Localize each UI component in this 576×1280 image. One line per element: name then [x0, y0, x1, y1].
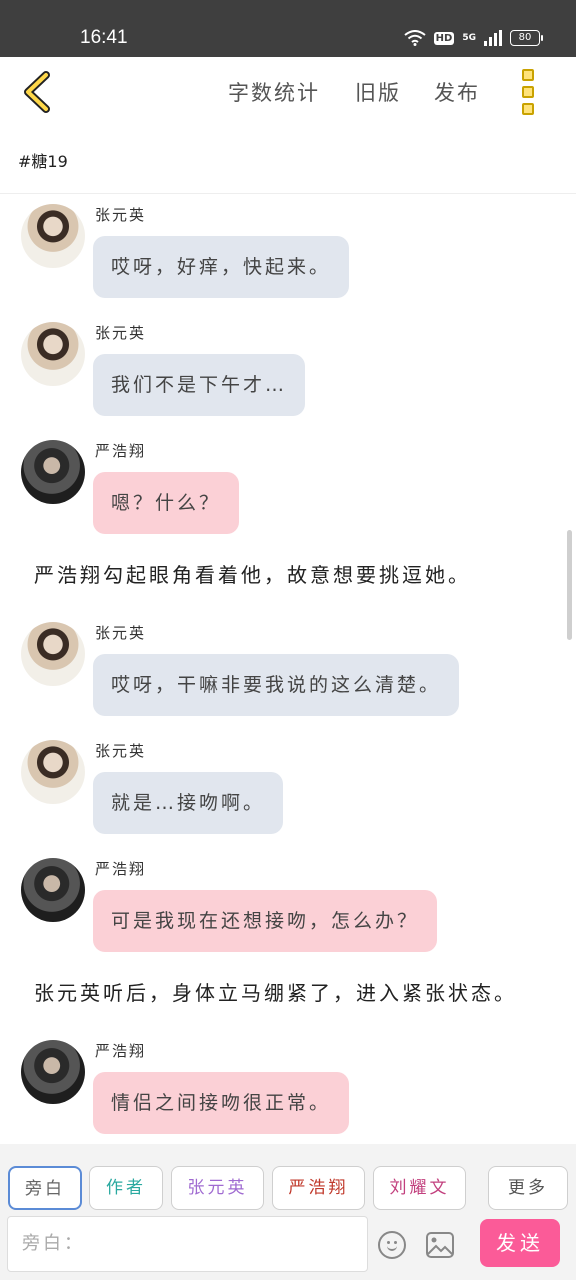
- composer-bar: 旁白 作者 张元英 严浩翔 刘耀文 更多 旁白： 发送: [0, 1144, 576, 1280]
- battery-icon: 80: [510, 30, 543, 46]
- avatar[interactable]: [21, 622, 85, 686]
- chat-message: 张元英哎呀，好痒，快起来。: [0, 194, 576, 312]
- status-time: 16:41: [80, 27, 128, 48]
- message-input[interactable]: 旁白：: [7, 1216, 368, 1272]
- chat-message: 严浩翔嗯？什么？: [0, 430, 576, 548]
- status-icons: HD 5G 80: [404, 27, 543, 49]
- chat-message: 张元英就是…接吻啊。: [0, 730, 576, 848]
- speaker-name: 严浩翔: [95, 1042, 147, 1060]
- message-bubble[interactable]: 嗯？什么？: [93, 472, 240, 534]
- role-chip[interactable]: 刘耀文: [373, 1166, 466, 1210]
- avatar[interactable]: [21, 740, 85, 804]
- role-chip[interactable]: 张元英: [171, 1166, 264, 1210]
- top-bar: 字数统计 旧版 发布: [0, 57, 576, 127]
- word-count-link[interactable]: 字数统计: [228, 77, 320, 107]
- speaker-name: 张元英: [95, 624, 147, 642]
- narration-text[interactable]: 严浩翔勾起眼角看着他，故意想要挑逗她。: [0, 548, 576, 612]
- send-button[interactable]: 发送: [480, 1219, 560, 1267]
- avatar[interactable]: [21, 204, 85, 268]
- narration-text[interactable]: 张元英听后，身体立马绷紧了，进入紧张状态。: [0, 966, 576, 1030]
- more-menu-icon[interactable]: [522, 69, 538, 115]
- network-label: 5G: [462, 33, 476, 43]
- speaker-name: 张元英: [95, 206, 147, 224]
- message-bubble[interactable]: 情侣之间接吻很正常。: [93, 1072, 350, 1134]
- hd-icon: HD: [433, 31, 455, 45]
- avatar[interactable]: [21, 322, 85, 386]
- status-bar: 16:41 HD 5G 80: [0, 0, 576, 57]
- publish-link[interactable]: 发布: [434, 77, 480, 107]
- role-chip[interactable]: 作者: [89, 1166, 163, 1210]
- message-bubble[interactable]: 就是…接吻啊。: [93, 772, 284, 834]
- emoji-icon[interactable]: [378, 1231, 406, 1259]
- scrollbar[interactable]: [567, 530, 572, 640]
- role-chip[interactable]: 旁白: [8, 1166, 82, 1210]
- signal-icon: [484, 30, 502, 46]
- old-version-link[interactable]: 旧版: [355, 77, 401, 107]
- role-selector: 旁白 作者 张元英 严浩翔 刘耀文 更多: [0, 1166, 576, 1210]
- chapter-title: #糖19: [18, 152, 68, 171]
- image-icon[interactable]: [426, 1232, 454, 1258]
- back-arrow-icon[interactable]: [20, 69, 60, 115]
- speaker-name: 张元英: [95, 324, 147, 342]
- wifi-icon: [404, 30, 426, 46]
- message-bubble[interactable]: 哎呀，好痒，快起来。: [93, 236, 350, 298]
- chat-message: 严浩翔可是我现在还想接吻，怎么办？: [0, 848, 576, 966]
- message-bubble[interactable]: 我们不是下午才…: [93, 354, 306, 416]
- speaker-name: 严浩翔: [95, 860, 147, 878]
- role-chip[interactable]: 严浩翔: [272, 1166, 365, 1210]
- speaker-name: 严浩翔: [95, 442, 147, 460]
- chat-list[interactable]: 张元英 哎呀，好痒，快起来。 张元英 我们不是下午才… 严浩翔 嗯？什么？ 严浩翔勾起眼角看…: [0, 194, 576, 1144]
- speaker-name: 张元英: [95, 742, 147, 760]
- avatar[interactable]: [21, 858, 85, 922]
- avatar[interactable]: [21, 440, 85, 504]
- more-roles-button[interactable]: 更多: [488, 1166, 568, 1210]
- chat-message: 张元英哎呀，干嘛非要我说的这么清楚。: [0, 612, 576, 730]
- chat-message: 严浩翔情侣之间接吻很正常。: [0, 1030, 576, 1144]
- message-bubble[interactable]: 可是我现在还想接吻，怎么办？: [93, 890, 438, 952]
- chat-message: 张元英我们不是下午才…: [0, 312, 576, 430]
- avatar[interactable]: [21, 1040, 85, 1104]
- message-bubble[interactable]: 哎呀，干嘛非要我说的这么清楚。: [93, 654, 460, 716]
